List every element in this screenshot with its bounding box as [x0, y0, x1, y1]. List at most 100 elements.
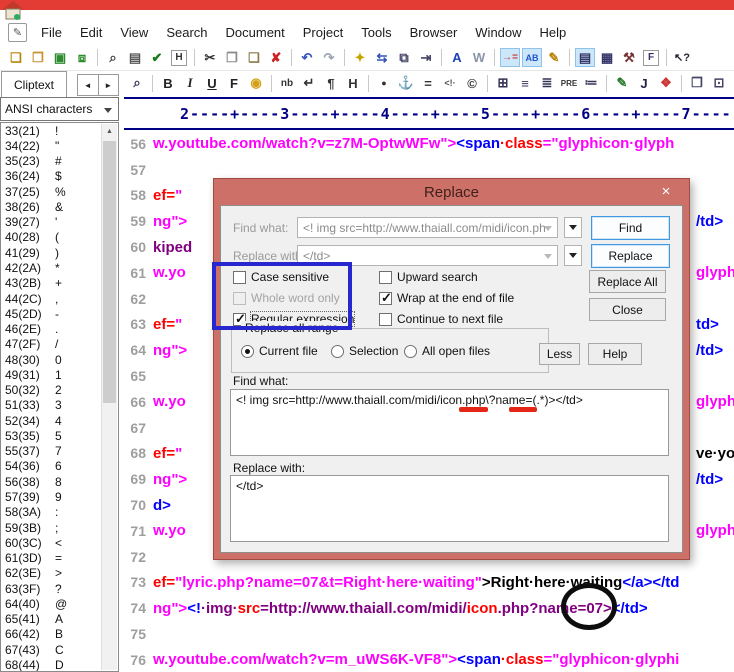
- find-history-dropdown-button[interactable]: [564, 217, 582, 238]
- find-in-files-icon[interactable]: ⧉: [394, 48, 414, 67]
- editor-line-75[interactable]: 75: [120, 621, 734, 647]
- find-area-textarea[interactable]: <! img src=http://www.thaiall.com/midi/i…: [230, 389, 669, 456]
- anchor-icon[interactable]: ⚓: [396, 74, 416, 93]
- menu-document[interactable]: Document: [217, 22, 294, 43]
- menu-view[interactable]: View: [111, 22, 157, 43]
- show-tabs-icon[interactable]: →=: [500, 48, 520, 67]
- spell-check-icon[interactable]: ✔: [147, 48, 167, 67]
- save-all-icon[interactable]: ⧈: [72, 48, 92, 67]
- close-button[interactable]: Close: [589, 298, 666, 321]
- folder-icon[interactable]: ❒: [687, 74, 707, 93]
- bold-icon[interactable]: B: [158, 74, 178, 93]
- radio-selected-icon[interactable]: [241, 345, 254, 358]
- function-list-icon[interactable]: F: [643, 50, 659, 66]
- font-color-icon[interactable]: F: [224, 74, 244, 93]
- output-window-icon[interactable]: ▦: [597, 48, 617, 67]
- menu-help[interactable]: Help: [531, 22, 576, 43]
- cliptext-panel-icon[interactable]: ▤: [575, 48, 595, 67]
- replace-all-button[interactable]: Replace All: [589, 270, 666, 293]
- menu-tools[interactable]: Tools: [352, 22, 400, 43]
- italic-icon[interactable]: I: [180, 74, 200, 93]
- menu-search[interactable]: Search: [157, 22, 216, 43]
- all-open-files-radio[interactable]: All open files: [404, 344, 490, 358]
- cliptext-tab[interactable]: Cliptext: [1, 71, 67, 97]
- selection-radio[interactable]: Selection: [331, 344, 398, 358]
- heading-icon[interactable]: H: [343, 74, 363, 93]
- javascript-icon[interactable]: J: [634, 74, 654, 93]
- context-help-icon[interactable]: ↖?: [672, 48, 692, 67]
- replace-icon[interactable]: ⇆: [372, 48, 392, 67]
- line-break-icon[interactable]: ↵: [299, 74, 319, 93]
- objects-icon[interactable]: ❖: [656, 74, 676, 93]
- copy-icon[interactable]: ❐: [222, 48, 242, 67]
- radio-icon[interactable]: [331, 345, 344, 358]
- help-button[interactable]: Help: [588, 343, 642, 365]
- replace-button[interactable]: Replace: [591, 244, 670, 268]
- cliptext-category-dropdown[interactable]: ANSI characters: [0, 97, 119, 121]
- align-right-icon[interactable]: ≣: [537, 74, 557, 93]
- menu-edit[interactable]: Edit: [71, 22, 111, 43]
- table-icon[interactable]: ⊞: [493, 74, 513, 93]
- replace-area-textarea[interactable]: </td>: [230, 475, 669, 542]
- scroll-left-icon[interactable]: ◄: [78, 75, 98, 95]
- word-wrap-icon[interactable]: W: [469, 48, 489, 67]
- menu-project[interactable]: Project: [294, 22, 352, 43]
- nonbreaking-space-icon[interactable]: nb: [277, 74, 297, 93]
- find-what-combo[interactable]: <! img src=http://www.thaiall.com/midi/i…: [297, 217, 558, 238]
- undo-icon[interactable]: ↶: [297, 48, 317, 67]
- checkbox-icon[interactable]: [379, 313, 392, 326]
- wrap-at-end-checkbox[interactable]: Wrap at the end of file: [379, 291, 514, 305]
- editor-line-56[interactable]: 56w.youtube.com/watch?v=z7M-OptwWFw"><sp…: [120, 131, 734, 157]
- replace-history-dropdown-button[interactable]: [564, 245, 582, 266]
- open-file-icon[interactable]: ❒: [28, 48, 48, 67]
- menu-browser[interactable]: Browser: [401, 22, 467, 43]
- paste-icon[interactable]: ❑: [244, 48, 264, 67]
- comment-icon[interactable]: <!·: [440, 74, 460, 93]
- continue-next-file-checkbox[interactable]: Continue to next file: [379, 312, 503, 326]
- menu-file[interactable]: File: [32, 22, 71, 43]
- bullet-icon[interactable]: ●: [374, 74, 394, 93]
- goto-line-icon[interactable]: ⇥: [416, 48, 436, 67]
- less-button[interactable]: Less: [539, 343, 580, 365]
- scroll-right-icon[interactable]: ►: [98, 75, 119, 95]
- frame-icon[interactable]: ⊡: [709, 74, 729, 93]
- user-tools-icon[interactable]: ⚒: [619, 48, 639, 67]
- delete-icon[interactable]: ✘: [266, 48, 286, 67]
- current-file-radio[interactable]: Current file: [241, 344, 318, 358]
- scrollbar-thumb[interactable]: [103, 141, 116, 403]
- print-icon[interactable]: ▤: [125, 48, 145, 67]
- script-icon[interactable]: ✎: [612, 74, 632, 93]
- palette-icon[interactable]: ◉: [246, 74, 266, 93]
- list-icon[interactable]: ≔: [581, 74, 601, 93]
- find-button[interactable]: Find: [591, 216, 670, 240]
- copyright-icon[interactable]: ©: [462, 74, 482, 93]
- radio-icon[interactable]: [404, 345, 417, 358]
- editor-line-74[interactable]: 74ng"><!·img·src=http://www.thaiall.com/…: [120, 595, 734, 621]
- line-numbers-icon[interactable]: AB: [522, 48, 542, 67]
- preferences-icon[interactable]: ✎: [544, 48, 564, 67]
- browser-preview-icon[interactable]: ⌕: [127, 74, 147, 93]
- dialog-title[interactable]: Replace: [214, 179, 689, 205]
- preformatted-icon[interactable]: PRE: [559, 74, 579, 93]
- menu-window[interactable]: Window: [466, 22, 530, 43]
- redo-icon[interactable]: ↷: [319, 48, 339, 67]
- upward-search-checkbox[interactable]: Upward search: [379, 270, 478, 284]
- cliptext-scrollbar[interactable]: ▲: [101, 124, 117, 670]
- checkbox-icon[interactable]: [379, 271, 392, 284]
- new-file-icon[interactable]: ❏: [6, 48, 26, 67]
- cut-icon[interactable]: ✂: [200, 48, 220, 67]
- print-preview-icon[interactable]: ⌕: [103, 48, 123, 67]
- scroll-up-icon[interactable]: ▲: [102, 124, 117, 139]
- align-center-icon[interactable]: ≡: [515, 74, 535, 93]
- checkbox-checked-icon[interactable]: [379, 292, 392, 305]
- horizontal-rule-icon[interactable]: =: [418, 74, 438, 93]
- paragraph-icon[interactable]: ¶: [321, 74, 341, 93]
- underline-icon[interactable]: U: [202, 74, 222, 93]
- close-icon[interactable]: ×: [650, 181, 682, 202]
- editor-line-73[interactable]: 73ef="lyric.php?name=07&t=Right·here·wai…: [120, 570, 734, 596]
- save-icon[interactable]: ▣: [50, 48, 70, 67]
- font-icon[interactable]: A: [447, 48, 467, 67]
- html-entity-icon[interactable]: H: [171, 50, 187, 66]
- editor-line-76[interactable]: 76w.youtube.com/watch?v=m_uWS6K-VF8"><sp…: [120, 647, 734, 672]
- find-icon[interactable]: ✦: [350, 48, 370, 67]
